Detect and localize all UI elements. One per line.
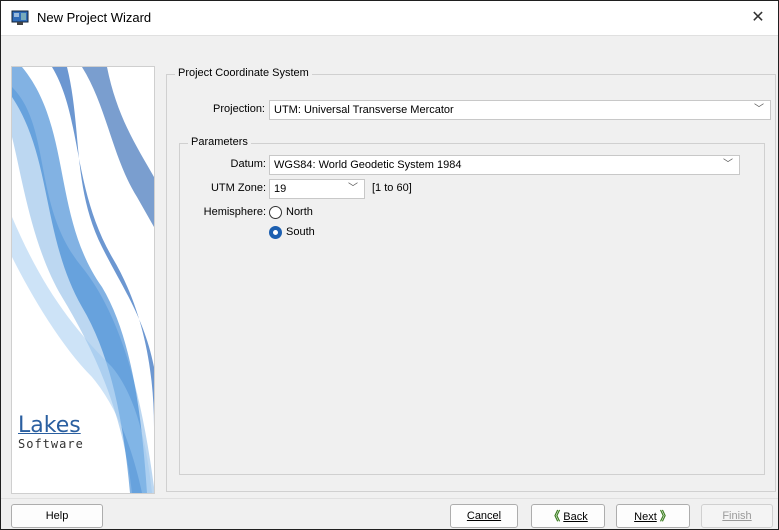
close-button[interactable]: ✕ (738, 1, 778, 35)
hemisphere-south-label: South (286, 226, 315, 238)
lakes-logo: Lakes Software (18, 413, 84, 452)
datum-select[interactable]: WGS84: World Geodetic System 1984 ﹀ (269, 155, 740, 175)
chevron-down-icon: ﹀ (723, 159, 733, 170)
next-button-label: Next (634, 511, 657, 523)
parameters-group-title: Parameters (188, 136, 251, 148)
projection-select[interactable]: UTM: Universal Transverse Mercator ﹀ (269, 100, 771, 120)
hemisphere-north-label: North (286, 206, 313, 218)
utm-zone-range: [1 to 60] (372, 182, 412, 194)
datum-label: Datum: (230, 158, 266, 170)
coord-system-group-title: Project Coordinate System (175, 67, 312, 79)
wizard-content: Project Coordinate System Projection: UT… (166, 66, 776, 494)
next-arrow-icon: 》 (659, 509, 672, 523)
projection-value: UTM: Universal Transverse Mercator (274, 104, 454, 116)
utm-zone-label: UTM Zone: (210, 182, 266, 194)
header-band (1, 35, 778, 66)
utm-zone-value: 19 (274, 183, 287, 195)
chevron-down-icon: ﹀ (348, 183, 358, 194)
finish-button[interactable]: Finish (701, 504, 773, 528)
back-button-label: Back (563, 511, 588, 523)
logo-lakes-text: Lakes (18, 413, 81, 438)
window-title: New Project Wizard (37, 10, 152, 25)
wizard-window: New Project Wizard ✕ Lakes Software Proj… (0, 0, 779, 530)
hemisphere-south-radio[interactable] (269, 226, 282, 239)
datum-value: WGS84: World Geodetic System 1984 (274, 159, 462, 171)
finish-button-label: Finish (722, 510, 752, 522)
wizard-footer: Help Cancel 《 Back Next 》 Finish (1, 498, 778, 529)
next-button[interactable]: Next 》 (616, 504, 690, 528)
hemisphere-north-radio[interactable] (269, 206, 282, 219)
hemisphere-label: Hemisphere: (203, 206, 266, 218)
app-icon (11, 10, 29, 25)
back-arrow-icon: 《 (548, 509, 561, 523)
wizard-sidebar-image: Lakes Software (11, 66, 155, 494)
cancel-button-label: Cancel (466, 510, 502, 522)
help-button[interactable]: Help (11, 504, 103, 528)
cancel-button[interactable]: Cancel (450, 504, 518, 528)
title-bar: New Project Wizard ✕ (1, 1, 778, 35)
help-button-label: Help (45, 510, 69, 522)
parameters-group: Parameters Datum: WGS84: World Geodetic … (179, 136, 765, 475)
logo-software-text: Software (18, 437, 84, 451)
coord-system-group: Project Coordinate System Projection: UT… (166, 67, 776, 492)
utm-zone-select[interactable]: 19 ﹀ (269, 179, 365, 199)
back-button[interactable]: 《 Back (531, 504, 605, 528)
chevron-down-icon: ﹀ (754, 104, 764, 115)
projection-label: Projection: (213, 103, 265, 115)
